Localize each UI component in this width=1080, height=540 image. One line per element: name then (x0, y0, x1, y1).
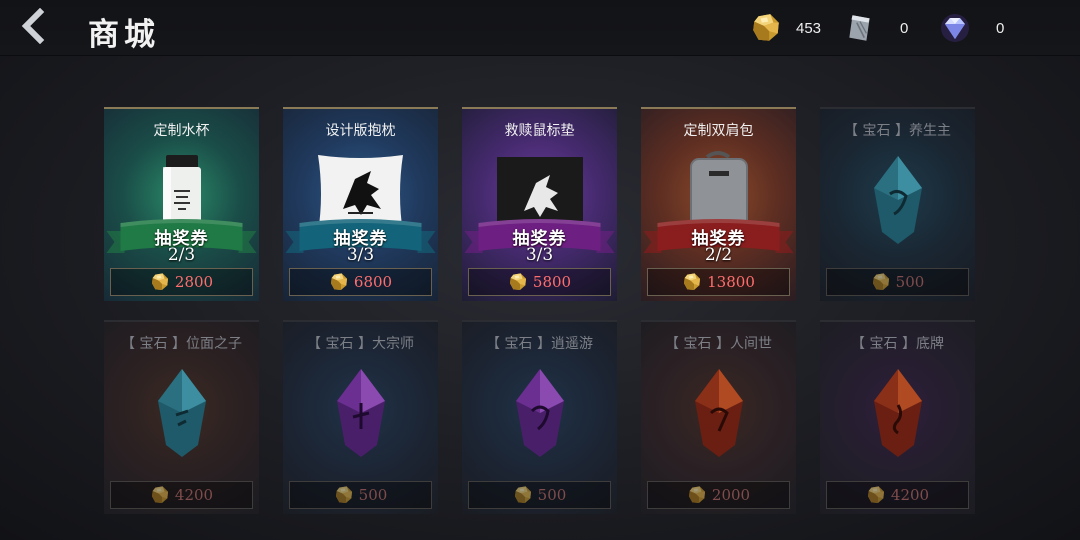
gold-nugget-icon (866, 485, 886, 505)
silver-amount: 0 (900, 19, 909, 37)
card-title: 【 宝石 】人间世 (665, 336, 772, 352)
card-title: 【 宝石 】养生主 (844, 123, 951, 139)
card-title: 【 宝石 】大宗师 (307, 336, 414, 352)
purple-gem-icon (336, 369, 385, 457)
price-value: 6800 (353, 273, 393, 291)
gold-nugget-icon (687, 485, 707, 505)
prize-card-pillow[interactable]: 设计版抱枕 抽奖券 3/3 6800 (283, 107, 438, 301)
gold-nugget-icon (334, 485, 354, 505)
card-title: 【 宝石 】底牌 (851, 336, 944, 352)
card-title: 定制水杯 (153, 123, 210, 139)
diamond-amount: 0 (996, 19, 1005, 37)
gold-nugget-icon (750, 12, 782, 44)
prize-card-mousepad[interactable]: 救赎鼠标垫 抽奖券 3/3 5800 (462, 107, 617, 301)
price-button[interactable]: 6800 (289, 268, 432, 296)
red-gem-icon (873, 369, 922, 457)
card-title: 救赎鼠标垫 (504, 123, 575, 139)
gold-currency: 453 (750, 12, 821, 44)
card-title: 设计版抱枕 (325, 123, 396, 139)
back-button[interactable] (14, 7, 54, 45)
price-value: 13800 (707, 273, 755, 291)
teal-gem-icon (873, 156, 922, 244)
gold-nugget-icon (871, 272, 891, 292)
gold-nugget-icon (150, 485, 170, 505)
price-button[interactable]: 500 (468, 481, 611, 509)
gold-amount: 453 (796, 19, 822, 37)
gem-card[interactable]: 【 宝石 】人间世 2000 (641, 320, 796, 514)
silver-currency: 0 (844, 12, 908, 44)
gem-card[interactable]: 【 宝石 】逍遥游 500 (462, 320, 617, 514)
stock-count: 2/3 (167, 245, 196, 265)
diamond-icon (941, 14, 969, 42)
price-value: 4200 (174, 486, 214, 504)
price-value: 500 (358, 486, 388, 504)
price-value: 500 (537, 486, 567, 504)
gem-card[interactable]: 【 宝石 】养生主 500 (820, 107, 975, 301)
gem-card[interactable]: 【 宝石 】大宗师 500 (283, 320, 438, 514)
prize-card-water-bottle[interactable]: 定制水杯 抽奖券 2/3 2800 (104, 107, 259, 301)
purple-gem-icon (515, 369, 564, 457)
card-title: 定制双肩包 (683, 123, 754, 139)
price-button[interactable]: 500 (826, 268, 969, 296)
gem-card[interactable]: 【 宝石 】底牌 4200 (820, 320, 975, 514)
price-button[interactable]: 500 (289, 481, 432, 509)
price-button[interactable]: 2000 (647, 481, 790, 509)
gold-nugget-icon (508, 272, 528, 292)
price-value: 5800 (532, 273, 572, 291)
price-value: 2800 (174, 273, 214, 291)
stock-count: 3/3 (346, 245, 375, 265)
price-button[interactable]: 4200 (110, 481, 253, 509)
shop-grid: 定制水杯 抽奖券 2/3 2800 设计版抱枕 抽奖券 3/3 6800 救赎鼠… (104, 107, 975, 517)
gold-nugget-icon (329, 272, 349, 292)
price-button[interactable]: 13800 (647, 268, 790, 296)
price-value: 500 (895, 273, 925, 291)
prize-card-backpack[interactable]: 定制双肩包 抽奖券 2/2 13800 (641, 107, 796, 301)
diamond-currency: 0 (938, 12, 1004, 44)
price-button[interactable]: 4200 (826, 481, 969, 509)
price-value: 2000 (711, 486, 751, 504)
silver-ingot-icon (849, 15, 870, 41)
gold-nugget-icon (150, 272, 170, 292)
card-title: 【 宝石 】逍遥游 (486, 336, 593, 352)
price-button[interactable]: 2800 (110, 268, 253, 296)
top-bar: 商城 453 0 0 (0, 0, 1080, 56)
gold-nugget-icon (513, 485, 533, 505)
stock-count: 3/3 (525, 245, 554, 265)
card-title: 【 宝石 】位面之子 (121, 336, 242, 352)
teal-gem-icon (157, 369, 206, 457)
price-button[interactable]: 5800 (468, 268, 611, 296)
red-gem-icon (694, 369, 743, 457)
price-value: 4200 (890, 486, 930, 504)
chevron-left-icon (21, 7, 45, 45)
gem-card[interactable]: 【 宝石 】位面之子 4200 (104, 320, 259, 514)
gold-nugget-icon (682, 272, 702, 292)
stock-count: 2/2 (704, 245, 733, 265)
page-title: 商城 (88, 17, 160, 53)
